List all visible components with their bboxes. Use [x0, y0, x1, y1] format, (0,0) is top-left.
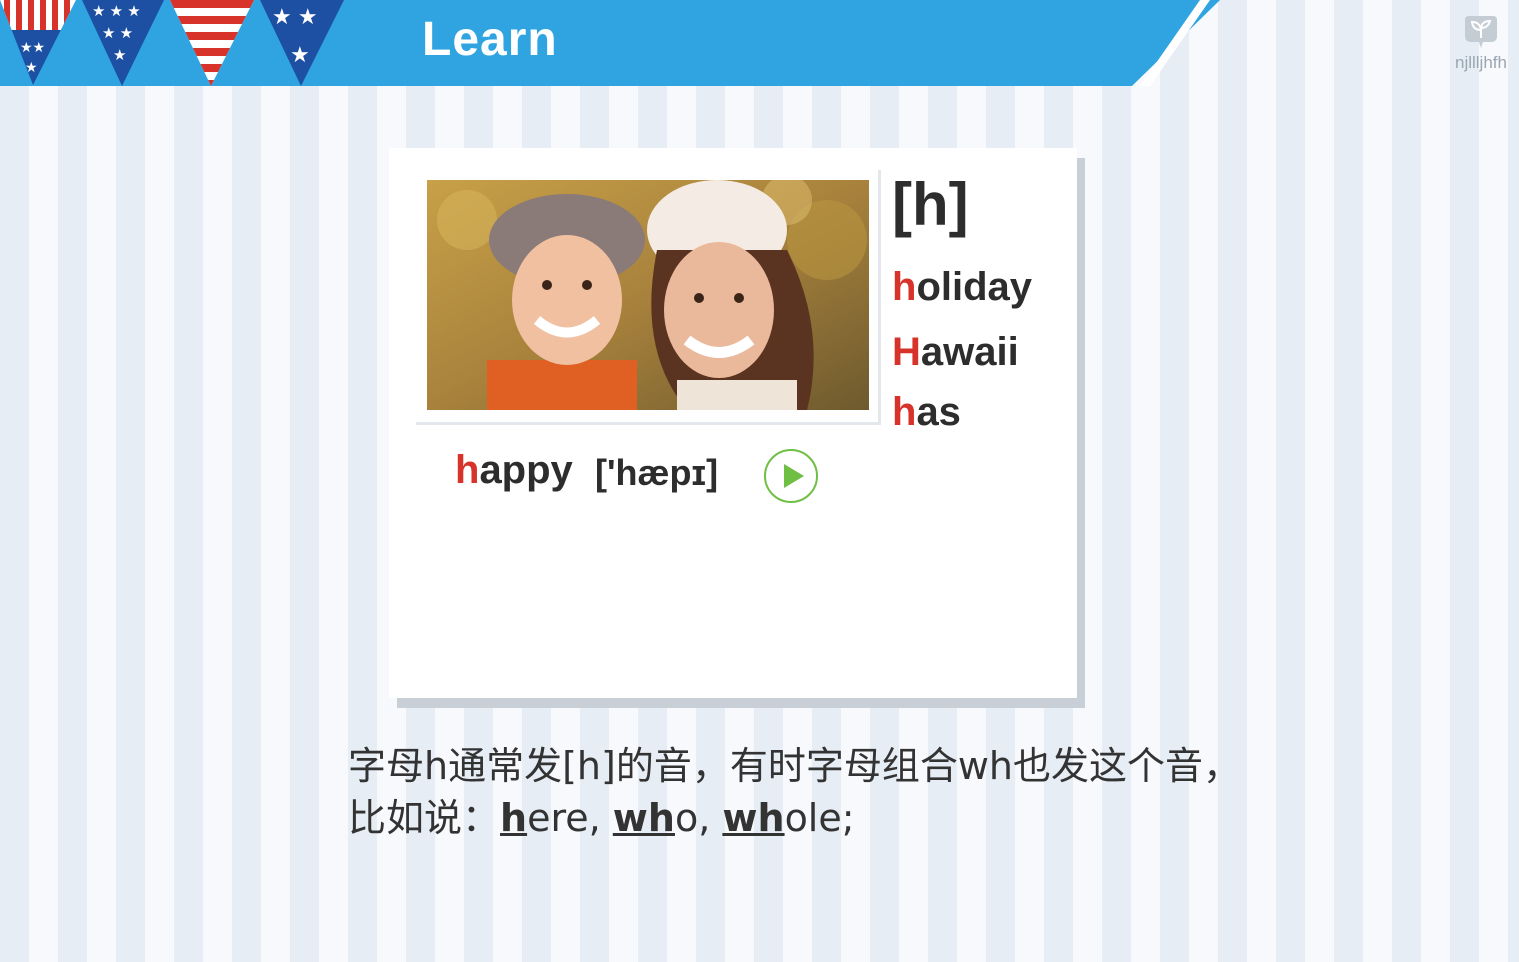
svg-text:★: ★ [113, 47, 126, 64]
word-rest: awaii [920, 330, 1019, 374]
example-ipa: ['hæpɪ] [595, 452, 719, 493]
watermark-logo: njllljhfh [1446, 12, 1516, 73]
description-prefix: 比如说： [348, 796, 501, 840]
example-who-rest: o, [674, 796, 723, 840]
phonetic-symbol: [h] [892, 171, 969, 238]
svg-text:★ ★ ★: ★ ★ ★ [92, 3, 141, 20]
example-who-underline: wh [612, 796, 675, 840]
word-rest: oliday [916, 265, 1033, 309]
word-hawaii: Hawaii [892, 330, 1019, 375]
svg-text:★: ★ [25, 59, 38, 75]
example-here-underline: h [500, 796, 528, 840]
word-initial: h [892, 390, 917, 434]
svg-text:★: ★ [290, 42, 310, 67]
watermark-text: njllljhfh [1455, 53, 1507, 72]
svg-text:★★: ★★ [20, 39, 45, 55]
sprout-icon [1465, 16, 1497, 48]
word-holiday: holiday [892, 265, 1032, 310]
example-initial: h [455, 448, 480, 492]
example-word: happy [455, 448, 573, 493]
example-whole-underline: wh [722, 796, 785, 840]
description-text: 字母h通常发[h]的音，有时字母组合wh也发这个音， 比如说：here, who… [348, 740, 1248, 844]
example-rest: appy [479, 448, 573, 492]
word-initial: H [892, 330, 921, 374]
play-icon [784, 464, 804, 488]
example-whole-rest: ole; [784, 796, 855, 840]
flag-bunting-decoration: ★★ ★ ★ ★ ★ ★ ★ ★ ★ ★ ★ [0, 0, 344, 86]
example-here-rest: ere, [527, 796, 613, 840]
word-initial: h [892, 265, 917, 309]
family-photo [427, 180, 869, 410]
word-has: has [892, 390, 961, 435]
description-line-2: 比如说：here, who, whole; [348, 792, 1248, 844]
svg-text:★ ★: ★ ★ [272, 4, 318, 29]
svg-text:★ ★: ★ ★ [102, 25, 133, 42]
description-line-1: 字母h通常发[h]的音，有时字母组合wh也发这个音， [348, 744, 1241, 788]
page-title: Learn [422, 13, 558, 66]
play-audio-button[interactable] [764, 449, 818, 503]
word-rest: as [916, 390, 961, 434]
